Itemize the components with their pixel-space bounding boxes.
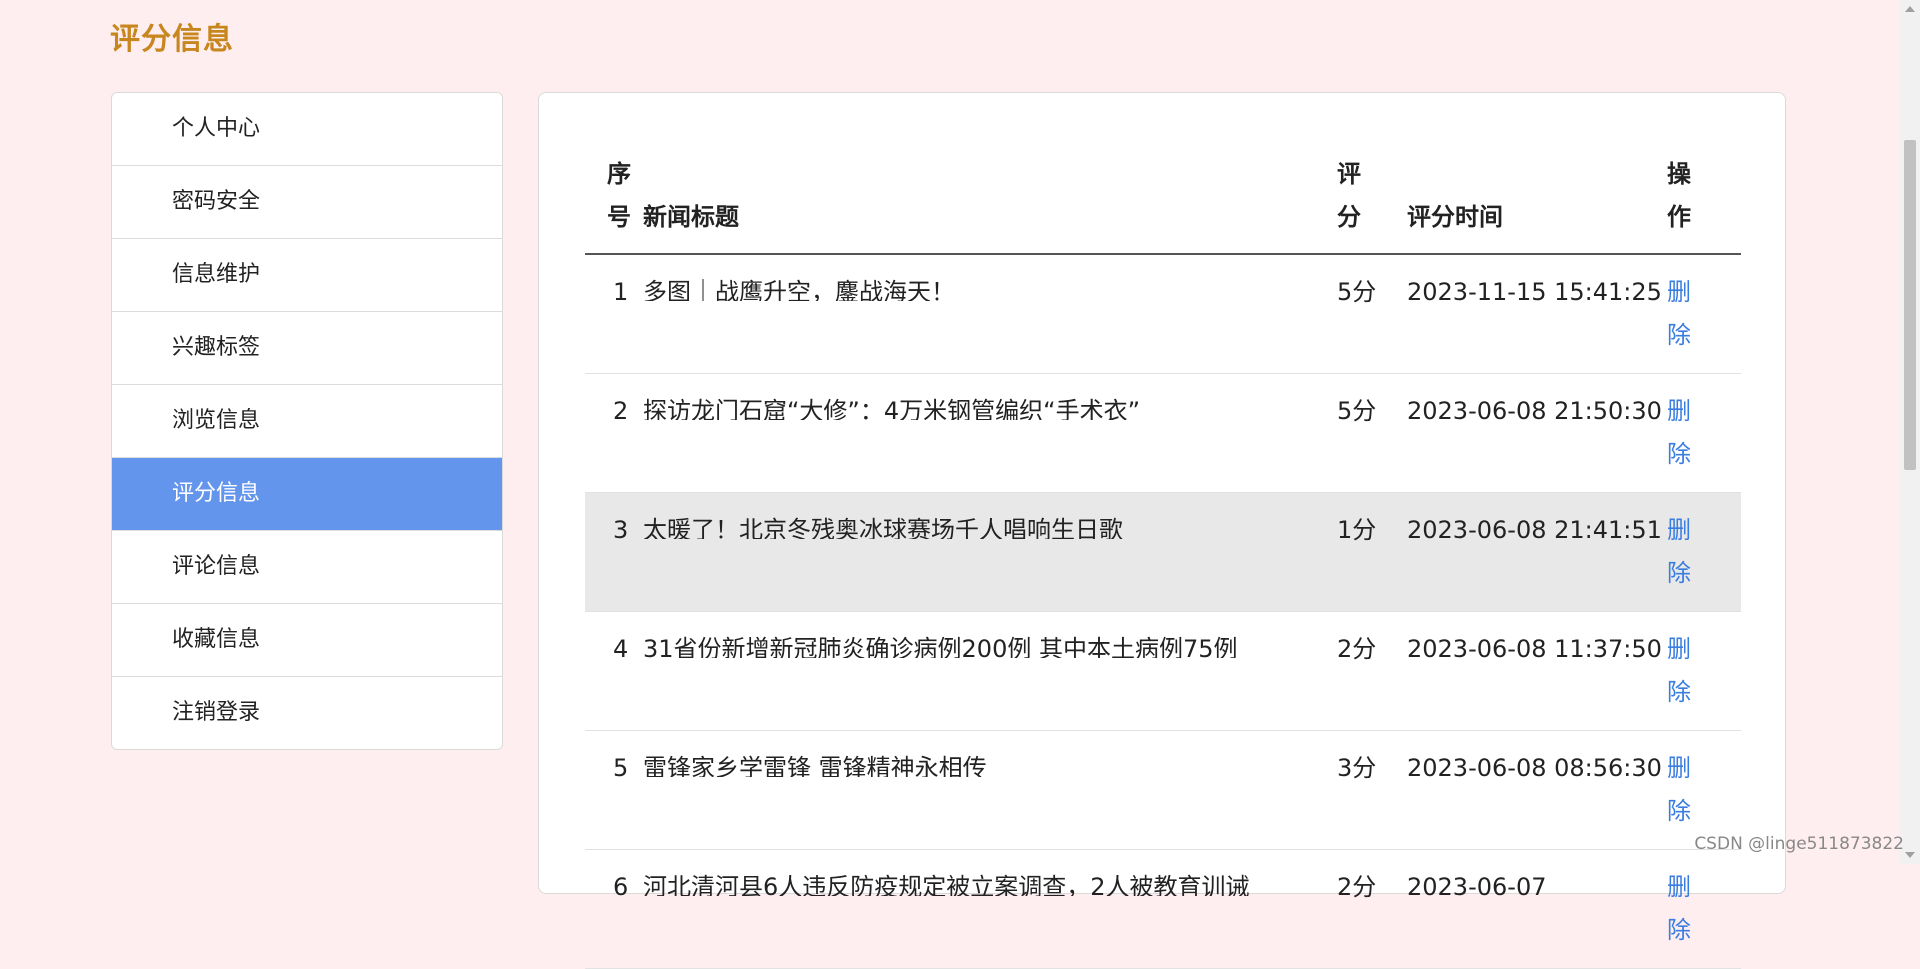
header-index: 序号: [585, 153, 643, 255]
sidebar-item-interest-tags[interactable]: 兴趣标签: [112, 312, 502, 385]
row-operation: 删除: [1667, 492, 1741, 612]
table-row-hovered: 3 太暖了！北京冬残奥冰球赛场千人唱响生日歌 1分 2023-06-08 21:…: [585, 492, 1741, 612]
row-score: 3分: [1337, 730, 1407, 850]
delete-link[interactable]: 删除: [1667, 271, 1691, 357]
sidebar-item-logout[interactable]: 注销登录: [112, 677, 502, 749]
row-time: 2023-06-08 08:56:30: [1407, 730, 1667, 850]
table-row: 4 31省份新增新冠肺炎确诊病例200例 其中本土病例75例 2分 2023-0…: [585, 611, 1741, 731]
header-index-label: 序号: [607, 160, 631, 231]
row-title-text: 多图｜战鹰升空，鏖战海天！: [643, 278, 955, 301]
delete-link[interactable]: 删除: [1667, 509, 1691, 595]
row-score: 5分: [1337, 373, 1407, 493]
row-title: 雷锋家乡学雷锋 雷锋精神永相传: [643, 730, 1337, 850]
row-title-text: 雷锋家乡学雷锋 雷锋精神永相传: [643, 754, 987, 777]
row-score: 2分: [1337, 849, 1407, 969]
row-title-text: 探访龙门石窟“大修”：4万米钢管编织“手术衣”: [643, 397, 1141, 420]
row-operation: 删除: [1667, 730, 1741, 850]
delete-link[interactable]: 删除: [1667, 747, 1691, 833]
watermark: CSDN @linge511873822: [1694, 834, 1904, 854]
table-header-row: 序号 新闻标题 评分 评分时间 操作: [585, 153, 1741, 255]
header-score: 评分: [1337, 153, 1407, 255]
row-score: 5分: [1337, 254, 1407, 374]
delete-link[interactable]: 删除: [1667, 628, 1691, 714]
header-operation: 操作: [1667, 153, 1741, 255]
main-panel: 序号 新闻标题 评分 评分时间 操作 1 多图｜战鹰升空，鏖战海天！ 5分 20…: [538, 92, 1786, 969]
row-time: 2023-06-08 21:50:30: [1407, 373, 1667, 493]
table-row: 2 探访龙门石窟“大修”：4万米钢管编织“手术衣” 5分 2023-06-08 …: [585, 373, 1741, 493]
delete-link[interactable]: 删除: [1667, 866, 1691, 952]
row-operation: 删除: [1667, 254, 1741, 374]
row-time: 2023-06-07: [1407, 849, 1667, 969]
row-index: 6: [585, 849, 643, 969]
page-scrollbar[interactable]: [1900, 0, 1920, 864]
row-index: 4: [585, 611, 643, 731]
row-score: 2分: [1337, 611, 1407, 731]
header-operation-label: 操作: [1667, 160, 1691, 231]
sidebar-item-comment-info[interactable]: 评论信息: [112, 531, 502, 604]
sidebar-item-browse-info[interactable]: 浏览信息: [112, 385, 502, 458]
row-operation: 删除: [1667, 373, 1741, 493]
table-row: 1 多图｜战鹰升空，鏖战海天！ 5分 2023-11-15 15:41:25 删…: [585, 254, 1741, 374]
scroll-down-arrow-icon[interactable]: [1905, 852, 1915, 858]
header-time: 评分时间: [1407, 153, 1667, 255]
row-score: 1分: [1337, 492, 1407, 612]
sidebar-item-personal-center[interactable]: 个人中心: [112, 93, 502, 166]
row-title: 多图｜战鹰升空，鏖战海天！: [643, 254, 1337, 374]
sidebar-item-password-security[interactable]: 密码安全: [112, 166, 502, 239]
rating-table: 序号 新闻标题 评分 评分时间 操作 1 多图｜战鹰升空，鏖战海天！ 5分 20…: [585, 153, 1741, 969]
header-score-label: 评分: [1337, 160, 1361, 231]
table-row: 5 雷锋家乡学雷锋 雷锋精神永相传 3分 2023-06-08 08:56:30…: [585, 730, 1741, 850]
rating-table-container: 序号 新闻标题 评分 评分时间 操作 1 多图｜战鹰升空，鏖战海天！ 5分 20…: [585, 153, 1741, 969]
delete-link[interactable]: 删除: [1667, 390, 1691, 476]
row-title: 探访龙门石窟“大修”：4万米钢管编织“手术衣”: [643, 373, 1337, 493]
row-title: 太暖了！北京冬残奥冰球赛场千人唱响生日歌: [643, 492, 1337, 612]
row-operation: 删除: [1667, 611, 1741, 731]
sidebar-menu: 个人中心 密码安全 信息维护 兴趣标签 浏览信息 评分信息 评论信息 收藏信息 …: [111, 92, 503, 750]
sidebar-item-favorites-info[interactable]: 收藏信息: [112, 604, 502, 677]
row-time: 2023-11-15 15:41:25: [1407, 254, 1667, 374]
row-index: 5: [585, 730, 643, 850]
row-time: 2023-06-08 21:41:51: [1407, 492, 1667, 612]
row-time: 2023-06-08 11:37:50: [1407, 611, 1667, 731]
sidebar-item-rating-info[interactable]: 评分信息: [112, 458, 502, 531]
page-title: 评分信息: [110, 22, 234, 57]
row-title-text: 太暖了！北京冬残奥冰球赛场千人唱响生日歌: [643, 516, 1123, 539]
scroll-thumb[interactable]: [1904, 140, 1916, 470]
row-title-text: 河北清河县6人违反防疫规定被立案调查，2人被教育训诫: [643, 873, 1250, 896]
row-title: 河北清河县6人违反防疫规定被立案调查，2人被教育训诫: [643, 849, 1337, 969]
scroll-up-arrow-icon[interactable]: [1905, 6, 1915, 12]
row-title-text: 31省份新增新冠肺炎确诊病例200例 其中本土病例75例: [643, 635, 1238, 658]
row-index: 3: [585, 492, 643, 612]
sidebar-item-info-maintenance[interactable]: 信息维护: [112, 239, 502, 312]
row-index: 2: [585, 373, 643, 493]
header-title: 新闻标题: [643, 153, 1337, 255]
row-index: 1: [585, 254, 643, 374]
row-operation: 删除: [1667, 849, 1741, 969]
table-row: 6 河北清河县6人违反防疫规定被立案调查，2人被教育训诫 2分 2023-06-…: [585, 849, 1741, 969]
row-title: 31省份新增新冠肺炎确诊病例200例 其中本土病例75例: [643, 611, 1337, 731]
